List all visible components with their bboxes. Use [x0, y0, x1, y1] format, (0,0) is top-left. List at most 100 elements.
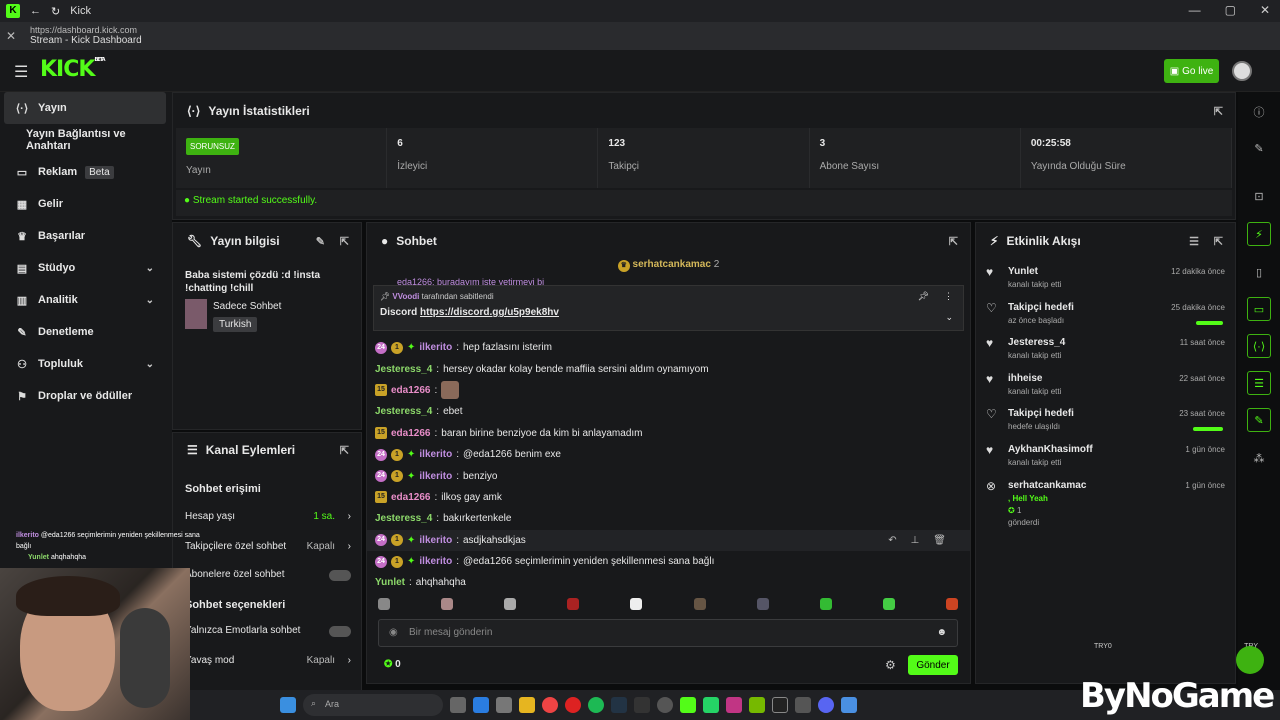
close-button[interactable]: ✕: [1260, 3, 1270, 17]
app-icon[interactable]: [795, 697, 811, 713]
maximize-button[interactable]: ▢: [1225, 3, 1236, 17]
sidebar-item-studyo[interactable]: ▤ Stüdyo ⌄: [0, 252, 172, 284]
go-live-button[interactable]: ▣ Go live: [1164, 59, 1219, 83]
popout-icon[interactable]: ⇱: [949, 235, 958, 248]
sidebar-item-gelir[interactable]: ▦ Gelir: [0, 188, 172, 220]
emote[interactable]: [819, 598, 832, 610]
sidebar-item-basarilar[interactable]: ♛ Başarılar: [0, 220, 172, 252]
discord-icon[interactable]: [818, 697, 834, 713]
edge-icon[interactable]: [473, 697, 489, 713]
emote[interactable]: [504, 598, 517, 610]
popout-icon[interactable]: ⇱: [1214, 105, 1223, 118]
emote[interactable]: [693, 598, 706, 610]
emote[interactable]: [882, 598, 895, 610]
chat-message[interactable]: 24 1 ✦ ilkerito: benziyo: [367, 465, 970, 486]
chat-message[interactable]: 15 eda1266: ilkoş gay amk: [367, 487, 970, 508]
category-name[interactable]: Sadece Sohbet: [213, 301, 281, 312]
document-icon[interactable]: ▯: [1247, 260, 1271, 284]
discord-link[interactable]: https://discord.gg/u5p9ek8hv: [420, 307, 559, 318]
row-subs-only[interactable]: Abonelere özel sohbet: [173, 561, 361, 589]
app-icon[interactable]: [841, 697, 857, 713]
chat-message[interactable]: 24 1 ✦ ilkerito: asdjkahsdkjas ↶⊥🗑︎: [367, 529, 970, 551]
steam-icon[interactable]: [611, 697, 627, 713]
close-icon[interactable]: ✕: [6, 29, 16, 43]
folder-icon[interactable]: [519, 697, 535, 713]
reload-icon[interactable]: ↻: [51, 5, 60, 18]
sidebar-item-yayin[interactable]: ⟨·⟩ Yayın: [4, 92, 166, 124]
sidebar-item-stream-key[interactable]: Yayın Bağlantısı ve Anahtarı: [0, 124, 172, 156]
app-icon[interactable]: [496, 697, 512, 713]
chat-message[interactable]: 24 1 ✦ ilkerito: hep fazlasını isterim: [367, 337, 970, 358]
epic-icon[interactable]: [634, 697, 650, 713]
info-icon[interactable]: ⓘ: [1247, 100, 1271, 124]
nvidia-icon[interactable]: [749, 697, 765, 713]
edit-icon[interactable]: ✎: [1247, 136, 1271, 160]
chat-message[interactable]: 15 eda1266:: [367, 380, 970, 401]
chevron-down-icon[interactable]: ⌄: [945, 312, 953, 323]
menu-icon[interactable]: ☰: [14, 62, 28, 82]
sidebar-item-denetleme[interactable]: ✎ Denetleme: [0, 316, 172, 348]
popout-icon[interactable]: ⇱: [1214, 235, 1223, 248]
chrome-icon[interactable]: [542, 697, 558, 713]
emote-picker-icon[interactable]: ◉: [389, 627, 398, 638]
sidebar-item-reklam[interactable]: ▭ Reklam Beta: [0, 156, 172, 188]
emote[interactable]: [441, 598, 454, 610]
emote[interactable]: [567, 598, 580, 610]
filter-icon[interactable]: ☰: [1189, 235, 1199, 248]
toggle[interactable]: [329, 626, 351, 637]
emote[interactable]: [945, 598, 958, 610]
bolt-icon[interactable]: ⚡︎: [1247, 222, 1271, 246]
row-emote-only[interactable]: Yalnızca Emotlarla sohbet: [173, 619, 361, 647]
row-slow-mode[interactable]: Yavaş mod Kapalı ›: [173, 647, 361, 675]
whatsapp-icon[interactable]: [703, 697, 719, 713]
chat-input[interactable]: ◉ Bir mesaj gönderin ☻: [378, 619, 958, 647]
kick-icon[interactable]: [680, 697, 696, 713]
chat-message[interactable]: Jesteress_4: hersey okadar kolay bende ma…: [367, 358, 970, 379]
more-icon[interactable]: ⋮: [944, 291, 953, 302]
wrench-icon[interactable]: ✎: [1247, 408, 1271, 432]
url-text[interactable]: https://dashboard.kick.com: [30, 22, 1280, 35]
screenshot-icon[interactable]: ⊡: [1247, 184, 1271, 208]
list-icon[interactable]: ☰: [1247, 371, 1271, 395]
back-icon[interactable]: ←: [30, 5, 41, 17]
chat-message[interactable]: 15 eda1266: baran birine benziyoe da kim b…: [367, 423, 970, 444]
row-account-age[interactable]: Hesap yaşı 1 sa. ›: [173, 505, 361, 533]
instagram-icon[interactable]: [726, 697, 742, 713]
send-button[interactable]: Gönder: [908, 655, 958, 675]
unpin-icon[interactable]: 📌︎: [918, 291, 929, 302]
settings-icon[interactable]: ⚙: [885, 658, 896, 672]
heart-icon: ♥: [986, 336, 994, 351]
popout-icon[interactable]: ⇱: [340, 235, 349, 248]
apps-icon[interactable]: ⁂: [1247, 446, 1271, 470]
kick-logo[interactable]: KICKBETA: [40, 57, 106, 82]
app-icon[interactable]: [772, 697, 788, 713]
minimize-button[interactable]: —: [1189, 3, 1201, 17]
popout-icon[interactable]: ⇱: [340, 444, 349, 457]
windows-start-icon[interactable]: [280, 697, 296, 713]
taskbar-search[interactable]: ⌕ Ara: [303, 694, 443, 716]
edit-icon[interactable]: ✎: [316, 235, 325, 248]
points-display[interactable]: ✪ 0: [384, 659, 401, 670]
sidebar-item-topluluk[interactable]: ⚇ Topluluk ⌄: [0, 348, 172, 380]
chat-message[interactable]: Yunlet: ahqhahqha: [367, 572, 970, 593]
message-actions[interactable]: ↶⊥🗑︎: [888, 535, 960, 546]
sidebar-item-analitik[interactable]: ▥ Analitik ⌄: [0, 284, 172, 316]
spotify-icon[interactable]: [588, 697, 604, 713]
broadcast-icon[interactable]: ⟨·⟩: [1247, 334, 1271, 358]
avatar[interactable]: [1232, 61, 1252, 81]
feed-list: ♥ Yunlet kanalı takip etti 12 dakika önce ♡…: [976, 259, 1235, 527]
chat-icon[interactable]: ▭: [1247, 297, 1271, 321]
app-icon[interactable]: [450, 697, 466, 713]
obs-icon[interactable]: [657, 697, 673, 713]
chat-message[interactable]: 24 1 ✦ ilkerito: @eda1266 benim exe: [367, 444, 970, 465]
emote[interactable]: [378, 598, 390, 610]
emote[interactable]: [630, 598, 643, 610]
emote[interactable]: [756, 598, 769, 610]
opera-icon[interactable]: [565, 697, 581, 713]
chat-message[interactable]: Jesteress_4: bakırkertenkele: [367, 508, 970, 529]
chat-message[interactable]: Jesteress_4: ebet: [367, 401, 970, 422]
chat-message[interactable]: 24 1 ✦ ilkerito: @eda1266 seçimlerimin yenid…: [367, 551, 970, 572]
sidebar-item-droplar[interactable]: ⚑ Droplar ve ödüller: [0, 380, 172, 412]
toggle[interactable]: [329, 570, 351, 581]
emoji-icon[interactable]: ☻: [936, 627, 947, 638]
